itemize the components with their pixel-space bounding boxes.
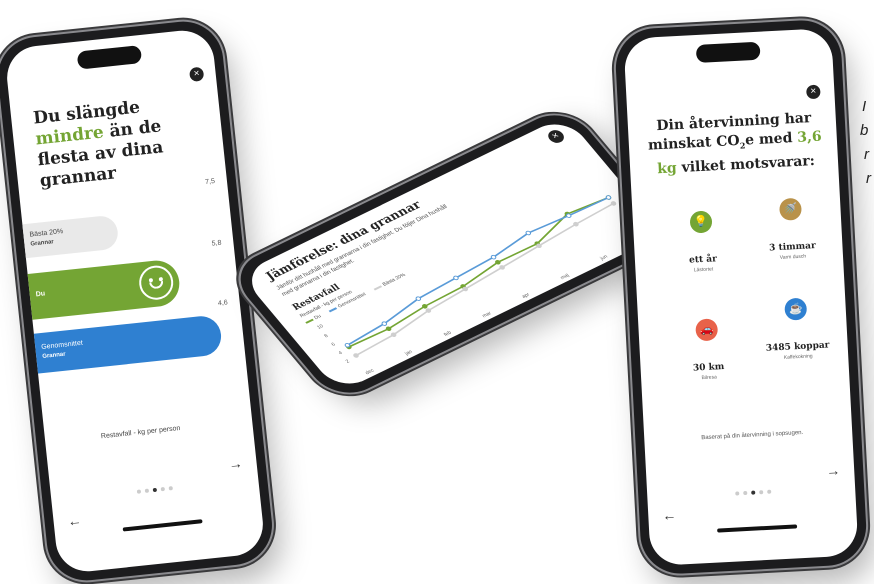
- smiley-icon: [137, 263, 175, 302]
- phone-middle: × Jämförelse: dina grannar Jämför ditt h…: [225, 104, 679, 404]
- phone-middle-screen: × Jämförelse: dina grannar Jämför ditt h…: [239, 115, 665, 393]
- equivalent-item: 🚿 3 timmar Varm dusch: [750, 196, 833, 262]
- next-arrow[interactable]: →: [228, 455, 244, 472]
- x-tick-label: feb: [443, 330, 453, 338]
- page-indicator: [136, 486, 173, 494]
- phone-left: × Du slängde mindre än de flesta av dina…: [0, 17, 276, 584]
- page-title: Du slängde mindre än de flesta av dina g…: [32, 91, 210, 192]
- phone-right-screen: × Din återvinning har minskat CO2e med 3…: [623, 27, 859, 567]
- x-tick-label: apr: [521, 292, 532, 300]
- headline-after: vilket motsvarar:: [676, 152, 816, 176]
- text-fragment: I: [862, 98, 867, 115]
- text-fragment: b: [860, 122, 869, 139]
- y-tick-label: 4: [338, 350, 345, 356]
- y-tick-label: 10: [316, 323, 325, 330]
- legend-swatch: [305, 318, 314, 324]
- bar-you: Du: [17, 258, 182, 321]
- bar-label: Du: [35, 290, 46, 299]
- bar-best-20: Bästa 20% Grannar: [12, 214, 120, 260]
- home-indicator: [717, 524, 798, 533]
- phone-right: × Din återvinning har minskat CO2e med 3…: [613, 18, 869, 576]
- text-fragment: r: [864, 146, 869, 163]
- axis-tick: 7,5: [204, 178, 216, 186]
- close-button[interactable]: ×: [545, 127, 567, 146]
- equivalent-item: 💡 ett år Lästortet: [660, 209, 743, 275]
- legend-swatch: [373, 285, 383, 291]
- car-icon: 🚗: [695, 318, 719, 342]
- footer-note: Baserat på din återvinning i sopsugen.: [701, 429, 804, 442]
- bar-label: Genomsnittet: [40, 339, 84, 352]
- close-button[interactable]: ×: [806, 84, 821, 100]
- bar-sublabel: Grannar: [30, 239, 55, 248]
- bar-label: Bästa 20%: [29, 228, 64, 239]
- back-arrow[interactable]: ←: [662, 507, 677, 524]
- line-chart: decjanfebmaraprmajjunjul108642: [316, 195, 647, 376]
- page-title: Din återvinning har minskat CO2e med 3,6…: [641, 108, 828, 179]
- x-tick-label: dec: [364, 368, 376, 376]
- close-button[interactable]: ×: [188, 66, 205, 83]
- axis-tick: 4,6: [217, 299, 229, 308]
- phone-left-screen: × Du slängde mindre än de flesta av dina…: [3, 27, 267, 575]
- legend-swatch: [328, 306, 338, 312]
- page-indicator: [735, 489, 772, 496]
- coffee-icon: ☕: [784, 297, 808, 321]
- lightbulb-icon: 💡: [689, 210, 713, 234]
- equivalent-item: ☕ 3485 koppar Kaffekokning: [755, 296, 838, 362]
- axis-tick: 5,8: [211, 239, 222, 248]
- equivalent-item: 🚗 30 km Bilresa: [666, 317, 749, 383]
- x-tick-label: mar: [481, 311, 493, 320]
- dynamic-island: [695, 41, 761, 63]
- text-fragment: r: [866, 170, 871, 187]
- chart-caption: Restavfall - kg per person: [100, 424, 181, 441]
- shower-icon: 🚿: [778, 197, 803, 221]
- x-tick-label: maj: [559, 273, 570, 281]
- y-tick-label: 6: [330, 342, 337, 348]
- next-arrow[interactable]: →: [826, 462, 841, 479]
- y-tick-label: 2: [345, 359, 352, 365]
- back-arrow[interactable]: ←: [67, 512, 83, 529]
- bar-average: Genomsnittet Grannar: [23, 314, 224, 375]
- x-tick-label: jan: [403, 349, 414, 357]
- headline-mid: e med: [744, 129, 798, 149]
- dynamic-island: [76, 45, 143, 70]
- equivalents-grid: 💡 ett år Lästortet 🚿 3 timmar Varm dusch 🚗 30 k…: [647, 197, 847, 414]
- bar-sublabel: Grannar: [42, 351, 66, 360]
- home-indicator: [122, 519, 203, 532]
- x-tick-label: jun: [598, 254, 609, 262]
- y-tick-label: 8: [323, 333, 330, 339]
